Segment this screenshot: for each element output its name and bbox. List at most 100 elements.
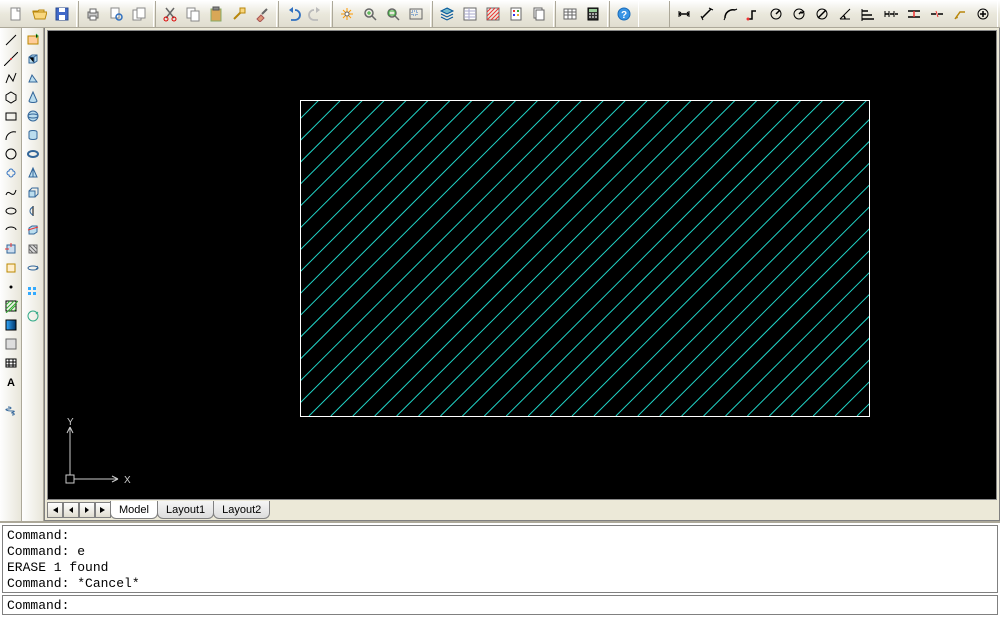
save-icon[interactable] bbox=[51, 3, 73, 25]
layer-new-icon[interactable] bbox=[24, 31, 42, 49]
hatch-dialog-icon[interactable] bbox=[482, 3, 504, 25]
rectangle-icon[interactable] bbox=[2, 107, 20, 125]
zoom-extents-icon[interactable] bbox=[382, 3, 404, 25]
gradient-icon[interactable] bbox=[2, 316, 20, 334]
pyramid-icon[interactable] bbox=[24, 164, 42, 182]
cmd-line: Command: e bbox=[7, 544, 993, 560]
print-preview-icon[interactable] bbox=[105, 3, 127, 25]
drawing-viewport[interactable]: X Y bbox=[47, 30, 997, 500]
draw-toolbar: A bbox=[0, 28, 22, 521]
box-icon[interactable] bbox=[24, 50, 42, 68]
misc-group bbox=[555, 1, 608, 27]
paintbrush-icon[interactable] bbox=[251, 3, 273, 25]
svg-text:?: ? bbox=[621, 10, 627, 21]
dim-space-icon[interactable] bbox=[903, 3, 925, 25]
revcloud-icon[interactable] bbox=[2, 164, 20, 182]
zoom-icon[interactable] bbox=[359, 3, 381, 25]
tab-first-icon[interactable] bbox=[47, 502, 63, 518]
cone-icon[interactable] bbox=[24, 88, 42, 106]
layers-icon[interactable] bbox=[436, 3, 458, 25]
dim-linear-icon[interactable] bbox=[673, 3, 695, 25]
cylinder-icon[interactable] bbox=[24, 126, 42, 144]
help-group: ? bbox=[609, 1, 639, 27]
3dface-icon[interactable] bbox=[24, 307, 42, 325]
dim-diameter-icon[interactable] bbox=[811, 3, 833, 25]
layout-tabs: Model Layout1 Layout2 bbox=[45, 500, 999, 520]
revolve-icon[interactable] bbox=[24, 202, 42, 220]
tab-model[interactable]: Model bbox=[110, 501, 158, 519]
command-history[interactable]: Command: Command: e ERASE 1 found Comman… bbox=[2, 525, 998, 593]
undo-icon[interactable] bbox=[282, 3, 304, 25]
circle-icon[interactable] bbox=[2, 145, 20, 163]
command-panel: Command: Command: e ERASE 1 found Comman… bbox=[0, 521, 1000, 617]
torus-icon[interactable] bbox=[24, 145, 42, 163]
zoom-window-icon[interactable] bbox=[405, 3, 427, 25]
line-icon[interactable] bbox=[2, 31, 20, 49]
slice-icon[interactable] bbox=[24, 221, 42, 239]
open-icon[interactable] bbox=[28, 3, 50, 25]
view-group bbox=[332, 1, 431, 27]
new-icon[interactable] bbox=[5, 3, 27, 25]
table-icon[interactable] bbox=[559, 3, 581, 25]
spline-icon[interactable] bbox=[2, 183, 20, 201]
calculator-icon[interactable] bbox=[582, 3, 604, 25]
insert-block-icon[interactable] bbox=[2, 240, 20, 258]
point-icon[interactable] bbox=[2, 278, 20, 296]
print-group bbox=[78, 1, 154, 27]
wedge-icon[interactable] bbox=[24, 69, 42, 87]
text-tool-icon[interactable]: A bbox=[2, 373, 20, 391]
array3d-icon[interactable] bbox=[24, 283, 42, 301]
main-toolbar: ? bbox=[0, 0, 1000, 28]
polygon-icon[interactable] bbox=[2, 88, 20, 106]
dim-arc-icon[interactable] bbox=[719, 3, 741, 25]
dim-break-icon[interactable] bbox=[926, 3, 948, 25]
dim-continue-icon[interactable] bbox=[880, 3, 902, 25]
dim-center-icon[interactable] bbox=[972, 3, 994, 25]
ellipse-arc-icon[interactable] bbox=[2, 221, 20, 239]
paste-icon[interactable] bbox=[205, 3, 227, 25]
region-icon[interactable] bbox=[2, 335, 20, 353]
tab-last-icon[interactable] bbox=[95, 502, 111, 518]
dim-aligned-icon[interactable] bbox=[696, 3, 718, 25]
polyline-icon[interactable] bbox=[2, 69, 20, 87]
hatched-rectangle[interactable] bbox=[300, 100, 870, 417]
properties-icon[interactable] bbox=[459, 3, 481, 25]
tab-prev-icon[interactable] bbox=[63, 502, 79, 518]
hatch-icon[interactable] bbox=[2, 297, 20, 315]
ellipse-icon[interactable] bbox=[2, 202, 20, 220]
match-icon[interactable] bbox=[228, 3, 250, 25]
command-input[interactable]: Command: bbox=[2, 595, 998, 615]
arc-icon[interactable] bbox=[2, 126, 20, 144]
help-icon[interactable]: ? bbox=[613, 3, 635, 25]
svg-text:A: A bbox=[7, 377, 15, 389]
tool-palette-icon[interactable] bbox=[505, 3, 527, 25]
redo-icon[interactable] bbox=[305, 3, 327, 25]
table-tool-icon[interactable] bbox=[2, 354, 20, 372]
sheetset-icon[interactable] bbox=[528, 3, 550, 25]
xline-icon[interactable] bbox=[2, 50, 20, 68]
viewport-area: X Y Model Layout1 Layout2 bbox=[44, 28, 1000, 521]
dim-angular-icon[interactable] bbox=[834, 3, 856, 25]
tab-layout2[interactable]: Layout2 bbox=[213, 501, 270, 519]
dim-radius-icon[interactable] bbox=[765, 3, 787, 25]
sphere-icon[interactable] bbox=[24, 107, 42, 125]
extrude-icon[interactable] bbox=[24, 183, 42, 201]
tab-next-icon[interactable] bbox=[79, 502, 95, 518]
palette-group bbox=[432, 1, 554, 27]
helix-icon[interactable] bbox=[2, 403, 20, 421]
cmd-line: Command: *Cancel* bbox=[7, 576, 993, 592]
publish-icon[interactable] bbox=[128, 3, 150, 25]
qleader-icon[interactable] bbox=[949, 3, 971, 25]
print-icon[interactable] bbox=[82, 3, 104, 25]
dim-ordinate-icon[interactable] bbox=[742, 3, 764, 25]
cut-icon[interactable] bbox=[159, 3, 181, 25]
tab-layout1[interactable]: Layout1 bbox=[157, 501, 214, 519]
copy-icon[interactable] bbox=[182, 3, 204, 25]
dim-jogged-icon[interactable] bbox=[788, 3, 810, 25]
cmd-line: Command: bbox=[7, 528, 993, 544]
section-icon[interactable] bbox=[24, 240, 42, 258]
rotate3d-icon[interactable] bbox=[24, 259, 42, 277]
pan-icon[interactable] bbox=[336, 3, 358, 25]
make-block-icon[interactable] bbox=[2, 259, 20, 277]
dim-baseline-icon[interactable] bbox=[857, 3, 879, 25]
